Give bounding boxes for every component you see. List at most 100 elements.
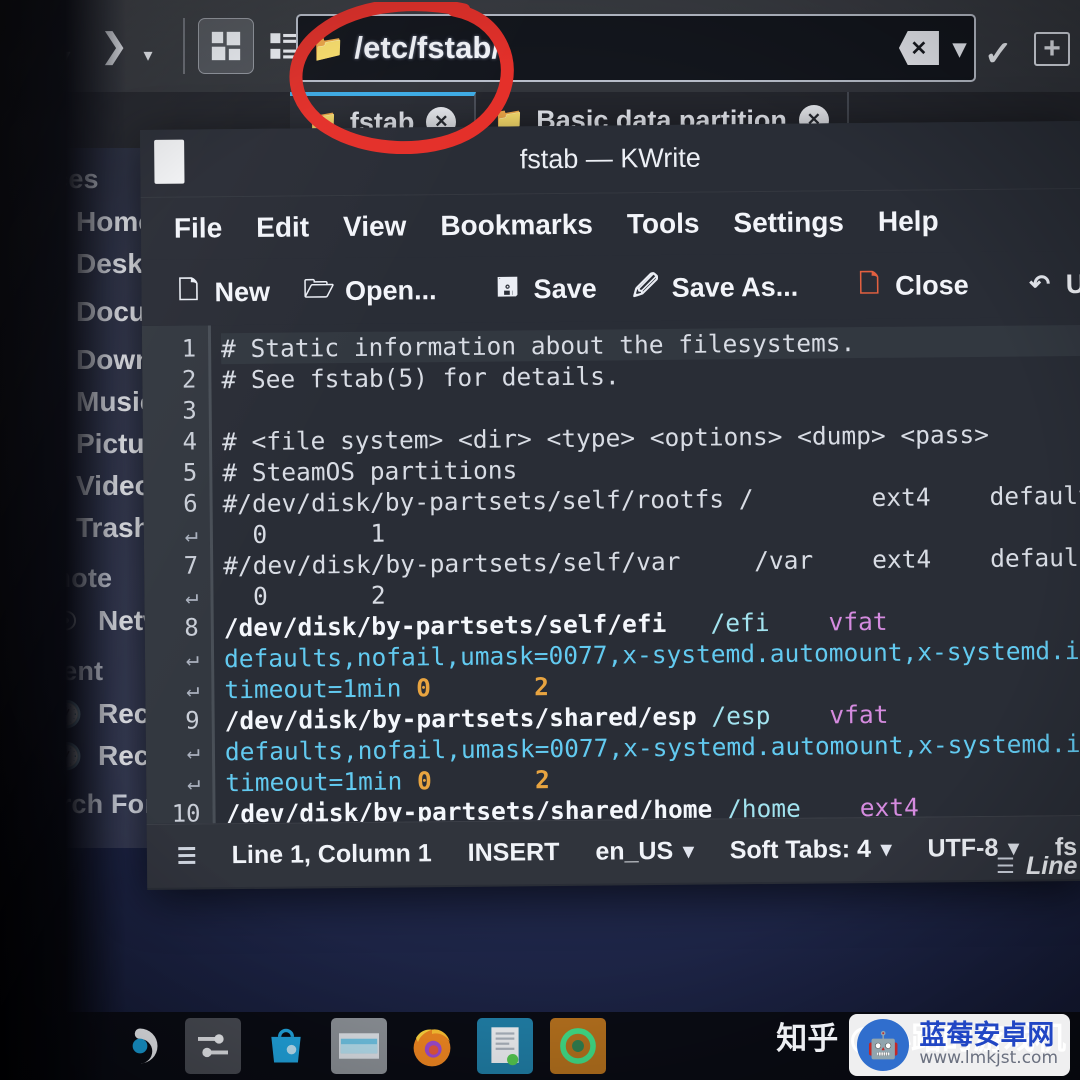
- line-number: 7: [183, 551, 199, 580]
- encoding-selector[interactable]: UTF-8 ▾: [909, 833, 1037, 863]
- document-icon: [491, 1027, 519, 1066]
- code-token: /esp: [696, 700, 771, 731]
- recent-files-icon: 🕐: [50, 698, 83, 729]
- taskbar-firefox[interactable]: [404, 1018, 460, 1074]
- music-icon: ♫: [34, 386, 54, 417]
- folder-icon: [339, 1033, 379, 1059]
- language-label: en_US: [595, 836, 674, 866]
- line-number: ↵: [186, 739, 201, 765]
- line-number: ↵: [186, 770, 201, 796]
- line-number: 5: [182, 458, 198, 487]
- save-as-button[interactable]: 🖉 Save As...: [614, 267, 814, 309]
- network-icon: ☉: [54, 605, 78, 636]
- taskbar-software-store[interactable]: [258, 1018, 314, 1074]
- line-number: 9: [185, 706, 200, 735]
- back-dropdown-icon[interactable]: ▾: [44, 24, 88, 86]
- line-number: ↵: [184, 522, 199, 548]
- save-button[interactable]: 🖪 Save: [476, 268, 612, 309]
- clear-text-icon[interactable]: ✕: [898, 31, 939, 65]
- android-robot-icon: 🤖: [857, 1019, 910, 1071]
- shopping-bag-icon: [271, 1028, 301, 1063]
- line-number: 1: [181, 334, 197, 363]
- discover-icon: [132, 1028, 158, 1064]
- check-icon[interactable]: ✓: [984, 34, 1013, 74]
- menu-help[interactable]: Help: [863, 199, 954, 244]
- insert-mode[interactable]: INSERT: [450, 838, 578, 868]
- chevron-down-icon: ▾: [683, 839, 694, 863]
- taskbar-system-settings[interactable]: [185, 1018, 241, 1074]
- folder-icon: 📁: [312, 32, 345, 63]
- steam-icon: [560, 1028, 596, 1064]
- chevron-down-icon[interactable]: ▾: [953, 33, 966, 64]
- taskbar-steam[interactable]: [550, 1018, 606, 1074]
- tab-settings-label: Soft Tabs: 4: [729, 835, 872, 865]
- toolbar-divider: [183, 18, 185, 74]
- save-as-icon: 🖉: [632, 271, 660, 300]
- close-button-label: Close: [895, 269, 969, 301]
- taskbar-discover[interactable]: [112, 1018, 168, 1074]
- code-token: # SteamOS partitions: [222, 455, 518, 488]
- code-token: /efi: [666, 607, 770, 638]
- taskbar-file-manager[interactable]: [331, 1018, 387, 1074]
- close-button[interactable]: 🗋 Close: [838, 265, 985, 306]
- code-token: # <file system> <dir> <type> <options> <…: [221, 419, 990, 457]
- code-token: 2: [534, 672, 550, 702]
- line-number: 6: [183, 489, 198, 518]
- tab-settings-selector[interactable]: Soft Tabs: 4 ▾: [712, 835, 910, 866]
- forward-dropdown-icon[interactable]: ▾: [126, 24, 170, 86]
- background-statusbar-fragment: Line: [1026, 852, 1078, 880]
- taskbar-text-editor[interactable]: [477, 1018, 533, 1074]
- firefox-icon: [413, 1029, 451, 1067]
- line-number: 8: [184, 613, 199, 642]
- site-watermark-url: www.lmkjst.com: [919, 1048, 1058, 1069]
- site-watermark-title: 蓝莓安卓网: [919, 1019, 1055, 1051]
- code-token: /dev/disk/by-partsets/shared/esp: [224, 701, 697, 736]
- open-button-label: Open...: [344, 274, 437, 306]
- code-token: 0 2: [223, 580, 386, 612]
- code-token: # Static information about the filesyste…: [220, 328, 856, 364]
- language-selector[interactable]: en_US ▾: [577, 837, 712, 867]
- line-number: 3: [182, 396, 197, 425]
- split-view-icon[interactable]: +: [1034, 32, 1070, 66]
- recent-locations-icon: 🕐: [50, 740, 83, 771]
- desktop-icon: □: [36, 248, 52, 279]
- documents-icon: 🗎: [33, 293, 55, 323]
- save-button-label: Save: [533, 273, 597, 304]
- kwrite-titlebar[interactable]: fstab — KWrite: [140, 120, 1080, 198]
- menu-tools[interactable]: Tools: [612, 201, 715, 246]
- line-number: ↵: [185, 584, 199, 610]
- line-number: 2: [181, 365, 197, 394]
- path-input[interactable]: 📁 /etc/fstab/ ✕ ▾: [296, 14, 976, 82]
- screen-photo: ❮ ▾ ❯ ▾ 📁 /etc/fstab/ ✕ ▾ ✓ + 📁 fstab ✕ …: [0, 0, 1080, 1080]
- editor-text[interactable]: # Static information about the filesyste…: [211, 317, 1080, 823]
- document-icon: [154, 139, 185, 184]
- undo-button[interactable]: ↶ Undo: [1009, 263, 1080, 304]
- editor-area[interactable]: 123456↵7↵8↵↵9↵↵10↵11 # Static informatio…: [141, 316, 1080, 824]
- menu-bookmarks[interactable]: Bookmarks: [425, 203, 608, 249]
- pictures-icon: 🖼: [28, 428, 62, 459]
- code-token: 0: [415, 673, 432, 703]
- new-button[interactable]: 🗋 New: [157, 272, 286, 313]
- code-token: vfat: [770, 699, 889, 730]
- code-token: /dev/disk/by-partsets/self/efi: [223, 608, 667, 643]
- menu-file[interactable]: File: [159, 206, 238, 251]
- menu-settings[interactable]: Settings: [718, 200, 859, 245]
- menu-edit[interactable]: Edit: [241, 205, 324, 250]
- path-value: /etc/fstab/: [354, 30, 501, 65]
- code-token: vfat: [769, 606, 888, 637]
- kwrite-toolbar: 🗋 New 🗁 Open... 🖪 Save 🖉 Save As... 🗋 Cl…: [141, 250, 1080, 326]
- encoding-label: UTF-8: [927, 833, 999, 863]
- code-token: 2: [534, 765, 550, 795]
- menu-view[interactable]: View: [328, 204, 422, 249]
- line-number: 4: [182, 427, 198, 456]
- close-document-icon: 🗋: [858, 269, 880, 298]
- background-lines-icon: ☰: [996, 855, 1015, 878]
- icons-view-button[interactable]: [198, 18, 254, 74]
- open-button[interactable]: 🗁 Open...: [288, 270, 453, 312]
- sidebar-item-label: Trash: [76, 512, 151, 543]
- line-number: 10: [171, 799, 201, 824]
- chevron-down-icon: ▾: [880, 837, 892, 861]
- open-folder-icon: 🗁: [303, 274, 335, 303]
- code-token: timeout=1min: [224, 673, 417, 705]
